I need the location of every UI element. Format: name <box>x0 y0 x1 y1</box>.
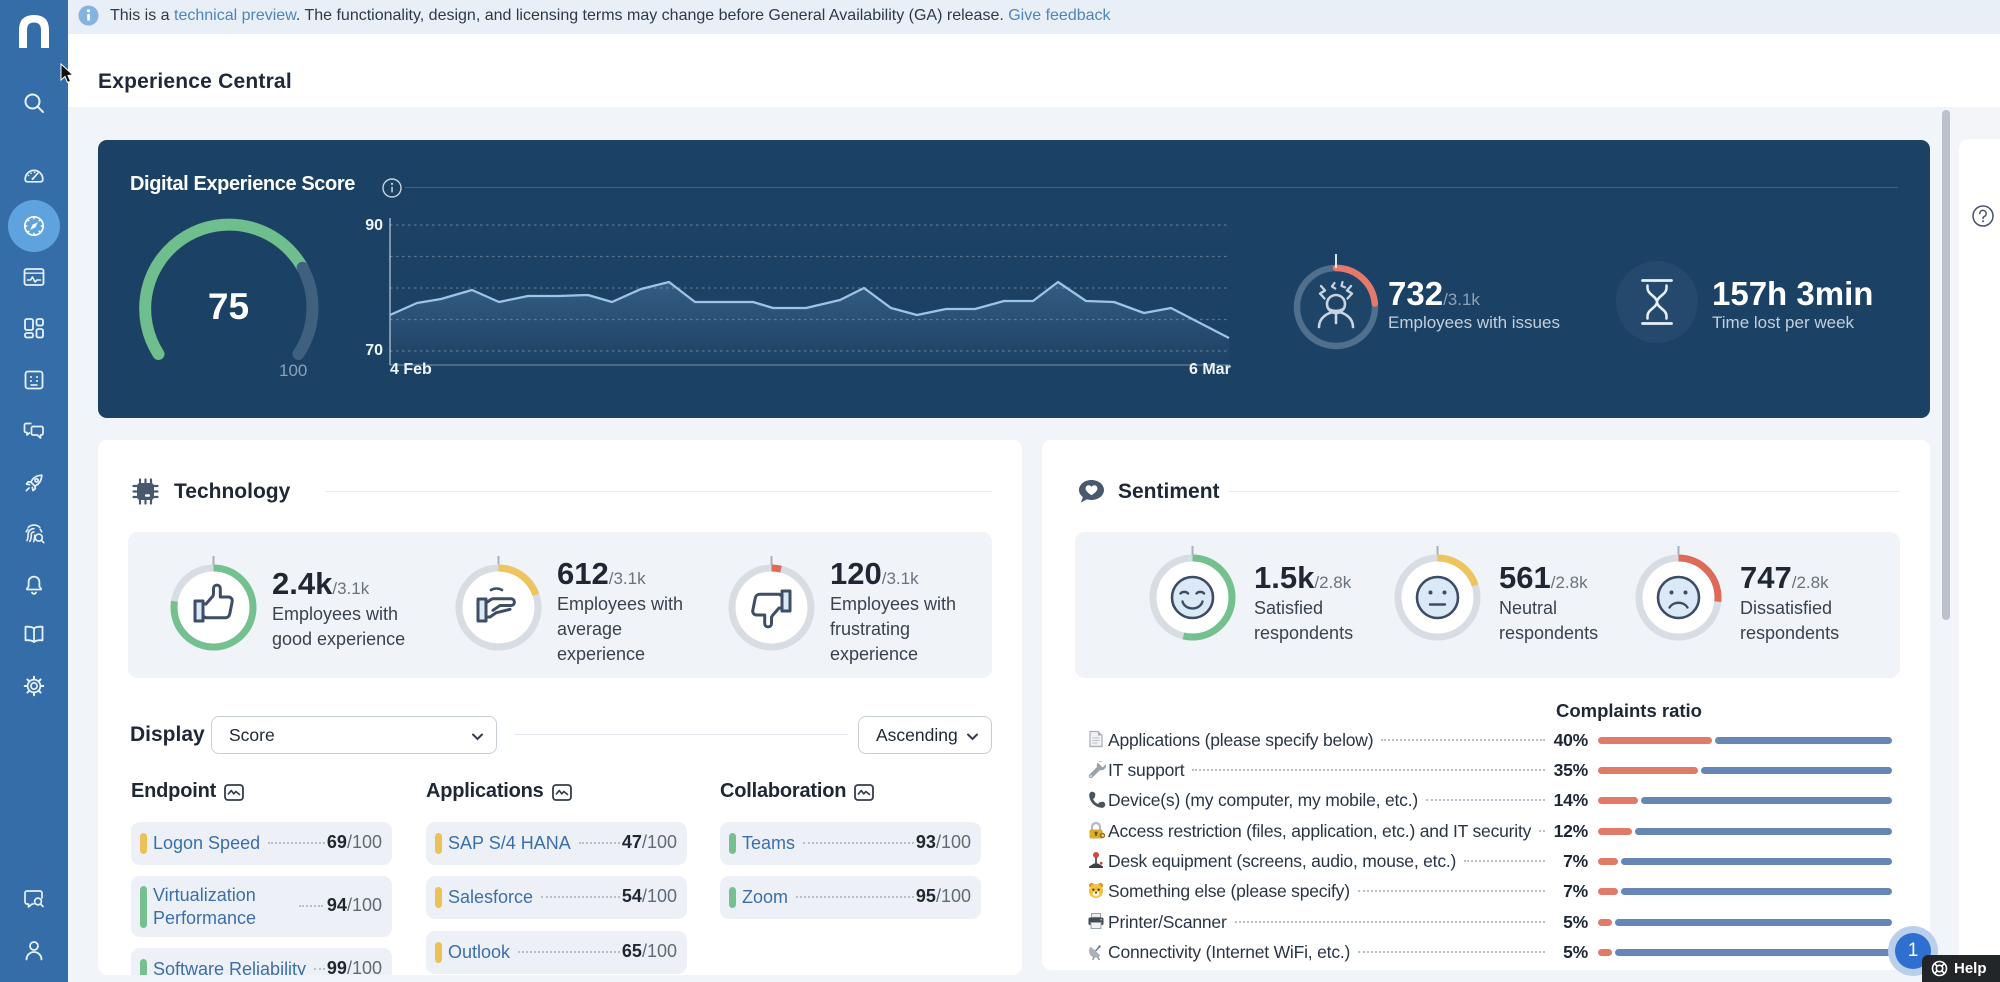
svg-text:75: 75 <box>208 286 249 327</box>
